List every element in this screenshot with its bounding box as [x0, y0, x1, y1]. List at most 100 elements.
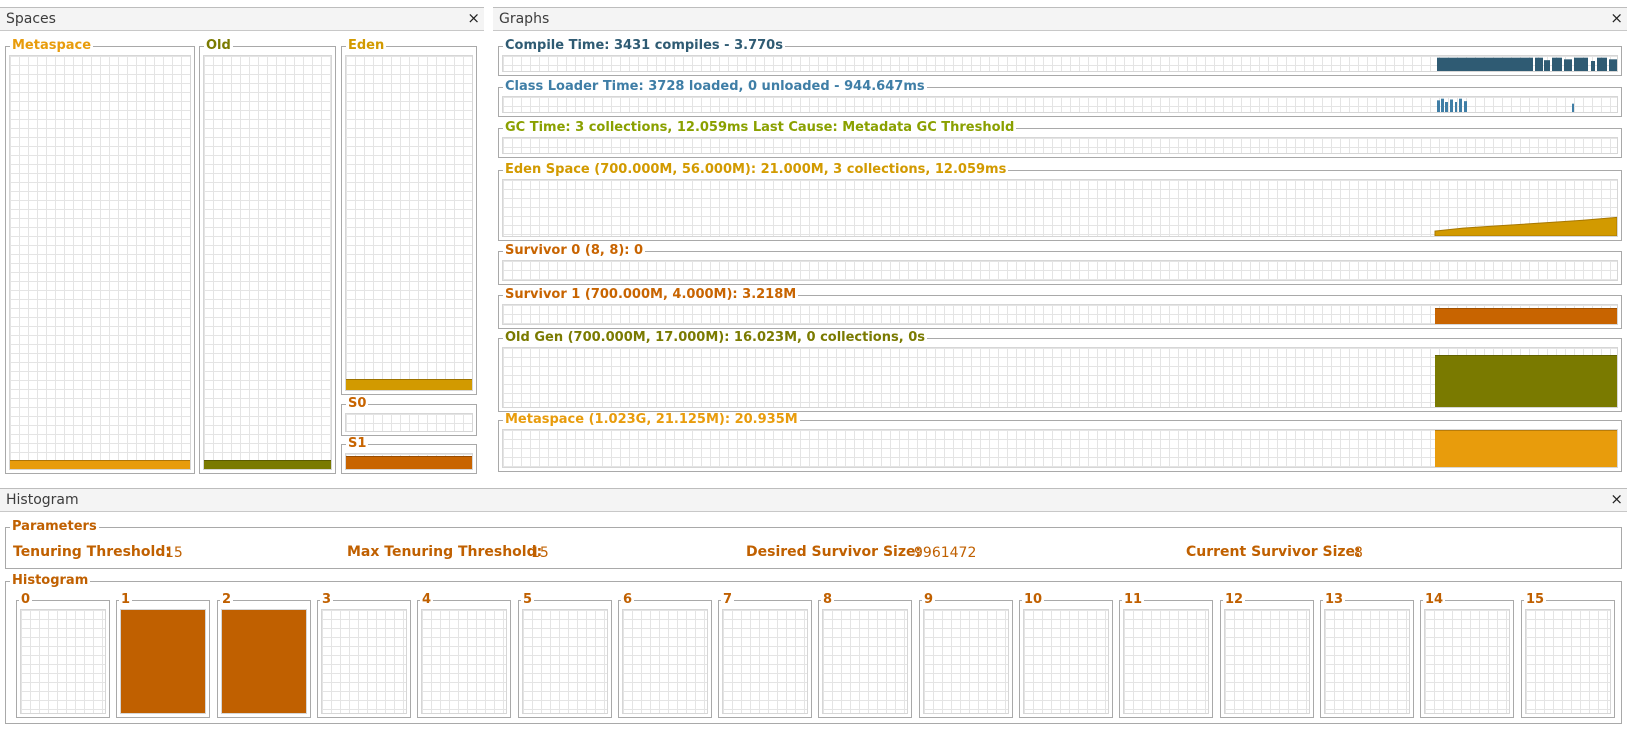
- graph-metaspace-plot: [502, 429, 1618, 468]
- compile-time-block: [1552, 57, 1562, 71]
- graph-survivor-0: Survivor 0 (8, 8): 0: [498, 243, 1622, 285]
- old-gen-fill: [1435, 355, 1617, 407]
- compile-time-block: [1437, 57, 1533, 71]
- graph-old-gen: Old Gen (700.000M, 17.000M): 16.023M, 0 …: [498, 330, 1622, 412]
- graph-survivor-0-plot: [502, 260, 1618, 281]
- histogram-bucket-grid: [321, 609, 407, 714]
- histogram-bucket-grid: [1324, 609, 1410, 714]
- histogram-bucket-grid: [1023, 609, 1109, 714]
- old-space-fill: [204, 459, 331, 469]
- histogram-bucket-8: 8: [818, 592, 912, 718]
- class-loader-spike: [1455, 102, 1457, 112]
- histogram-bucket-label: 1: [119, 592, 133, 608]
- s0-space-label: S0: [346, 396, 369, 412]
- histogram-bucket-label: 11: [1122, 592, 1145, 608]
- desired-survivor-size-label: Desired Survivor Size:: [746, 544, 922, 560]
- histogram-bucket-12: 12: [1220, 592, 1314, 718]
- histogram-bucket-label: 12: [1223, 592, 1246, 608]
- graph-survivor-1-label: Survivor 1 (700.000M, 4.000M): 3.218M: [503, 287, 799, 303]
- graph-compile-time-label: Compile Time: 3431 compiles - 3.770s: [503, 38, 785, 54]
- current-survivor-size-value: 8: [1354, 545, 1363, 561]
- class-loader-activity: [1437, 98, 1574, 112]
- compile-time-block: [1609, 59, 1617, 71]
- eden-space-fill: [346, 378, 472, 390]
- histogram-bucket-label: 13: [1323, 592, 1346, 608]
- graph-eden-space-label: Eden Space (700.000M, 56.000M): 21.000M,…: [503, 162, 1009, 178]
- histogram-bucket-label: 7: [721, 592, 735, 608]
- graph-compile-time: Compile Time: 3431 compiles - 3.770s: [498, 38, 1622, 76]
- graph-metaspace: Metaspace (1.023G, 21.125M): 20.935M: [498, 412, 1622, 472]
- histogram-bucket-6: 6: [618, 592, 712, 718]
- histogram-bucket-1: 1: [116, 592, 210, 718]
- class-loader-spike: [1450, 99, 1453, 112]
- class-loader-spike: [1441, 98, 1444, 112]
- graph-class-loader-time-plot: [502, 96, 1618, 113]
- class-loader-spike: [1572, 103, 1574, 112]
- histogram-bucket-grid: [1424, 609, 1510, 714]
- metaspace-graph-fill: [1435, 430, 1617, 467]
- max-tenuring-threshold-value: 15: [531, 545, 549, 561]
- metaspace-space-label: Metaspace: [10, 38, 94, 54]
- compile-time-block: [1574, 57, 1588, 71]
- desired-survivor-size-value: 9961472: [914, 545, 977, 561]
- histogram-bucket-2: 2: [217, 592, 311, 718]
- graph-eden-space-plot: [502, 179, 1618, 237]
- histogram-bucket-grid: [622, 609, 708, 714]
- s0-space-box: S0: [341, 396, 477, 436]
- graph-survivor-1: Survivor 1 (700.000M, 4.000M): 3.218M: [498, 287, 1622, 329]
- histogram-bucket-label: 15: [1524, 592, 1547, 608]
- spaces-panel-title: Spaces: [6, 11, 56, 27]
- s1-space-grid: [345, 453, 473, 470]
- metaspace-space-grid: [9, 55, 191, 470]
- histogram-panel-title: Histogram: [6, 492, 79, 508]
- histogram-bucket-grid: [923, 609, 1009, 714]
- class-loader-spike: [1437, 100, 1440, 112]
- class-loader-spike: [1445, 102, 1448, 112]
- histogram-bucket-grid: [120, 609, 206, 714]
- histogram-bucket-grid: [20, 609, 106, 714]
- histogram-close-icon[interactable]: ×: [1610, 490, 1623, 508]
- s1-space-box: S1: [341, 436, 477, 474]
- old-space-box: Old: [199, 38, 336, 474]
- compile-time-block: [1535, 57, 1543, 71]
- metaspace-space-box: Metaspace: [5, 38, 195, 474]
- graph-old-gen-plot: [502, 347, 1618, 408]
- histogram-bucket-11: 11: [1119, 592, 1213, 718]
- s1-space-label: S1: [346, 436, 369, 452]
- tenuring-threshold-value: 15: [165, 545, 183, 561]
- graph-survivor-1-plot: [502, 304, 1618, 325]
- histogram-bucket-grid: [722, 609, 808, 714]
- histogram-bucket-15: 15: [1521, 592, 1615, 718]
- s0-space-grid: [345, 413, 473, 432]
- histogram-bucket-fill: [222, 610, 306, 713]
- graph-old-gen-label: Old Gen (700.000M, 17.000M): 16.023M, 0 …: [503, 330, 927, 346]
- graphs-panel-header: Graphs ×: [493, 7, 1627, 31]
- histogram-bucket-grid: [522, 609, 608, 714]
- eden-space-area: [1434, 216, 1617, 236]
- histogram-box: Histogram 0 1 2 3 4 5 6 7 8 9 10 11 12 13 14 15: [5, 573, 1622, 724]
- histogram-bucket-9: 9: [919, 592, 1013, 718]
- eden-space-label: Eden: [346, 38, 387, 54]
- graph-metaspace-label: Metaspace (1.023G, 21.125M): 20.935M: [503, 412, 800, 428]
- histogram-bucket-label: 4: [420, 592, 434, 608]
- histogram-bucket-13: 13: [1320, 592, 1414, 718]
- compile-time-block: [1564, 59, 1572, 71]
- old-space-grid: [203, 55, 332, 470]
- parameters-box: Parameters Tenuring Threshold: 15 Max Te…: [5, 519, 1622, 569]
- histogram-bucket-label: 6: [621, 592, 635, 608]
- class-loader-spike: [1464, 101, 1467, 112]
- graph-gc-time: GC Time: 3 collections, 12.059ms Last Ca…: [498, 120, 1622, 158]
- graph-gc-time-label: GC Time: 3 collections, 12.059ms Last Ca…: [503, 120, 1017, 136]
- histogram-bucket-label: 10: [1022, 592, 1045, 608]
- histogram-legend: Histogram: [10, 573, 91, 589]
- spaces-close-icon[interactable]: ×: [467, 9, 480, 27]
- s1-space-fill: [346, 456, 472, 469]
- histogram-bucket-7: 7: [718, 592, 812, 718]
- histogram-bucket-fill: [121, 610, 205, 713]
- histogram-bucket-label: 14: [1423, 592, 1446, 608]
- graphs-close-icon[interactable]: ×: [1610, 9, 1623, 27]
- histogram-bucket-grid: [1224, 609, 1310, 714]
- histogram-bucket-grid: [822, 609, 908, 714]
- old-space-label: Old: [204, 38, 233, 54]
- histogram-bucket-10: 10: [1019, 592, 1113, 718]
